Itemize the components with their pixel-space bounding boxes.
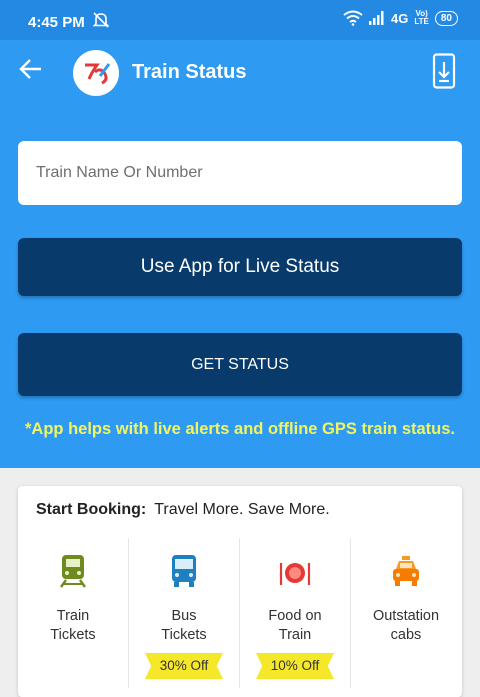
option-bus-tickets[interactable]: Bus Tickets 30% Off <box>129 541 239 681</box>
battery-indicator: 80 <box>434 10 458 26</box>
live-status-button[interactable]: Use App for Live Status <box>18 238 462 296</box>
signal-icon <box>369 11 384 25</box>
live-status-button-label: Use App for Live Status <box>140 256 340 277</box>
back-arrow-icon[interactable] <box>16 54 46 84</box>
option-outstation-cabs[interactable]: Outstation cabs <box>351 541 461 681</box>
option-label: Food on Train <box>268 608 322 643</box>
network-type: 4G <box>391 10 409 26</box>
option-label: Train Tickets <box>50 608 96 643</box>
food-plate-icon <box>279 563 311 585</box>
download-phone-icon[interactable] <box>432 53 456 89</box>
volte-label: Vo) LTE <box>414 9 429 26</box>
booking-header: Start Booking: Travel More. Save More. <box>36 501 330 519</box>
app-bar: Train Status <box>0 40 480 106</box>
wifi-icon <box>343 10 363 26</box>
booking-card: Start Booking: Travel More. Save More. Tr… <box>18 486 462 697</box>
option-train-tickets[interactable]: Train Tickets <box>18 541 128 681</box>
app-promo-note: *App helps with live alerts and offline … <box>25 420 455 438</box>
status-bar: 4:45 PM 4G Vo) LTE 80 <box>0 0 480 40</box>
page-title: Train Status <box>132 61 247 83</box>
option-label: Bus Tickets <box>161 608 207 643</box>
get-status-button-label: GET STATUS <box>191 355 289 373</box>
booking-header-tagline: Travel More. Save More. <box>154 501 330 518</box>
status-indicators: 4G Vo) LTE 80 <box>343 10 458 26</box>
app-logo <box>73 50 119 96</box>
status-time: 4:45 PM <box>28 14 85 31</box>
train-icon <box>60 555 86 588</box>
offer-badge: 30% Off <box>145 653 223 679</box>
offer-badge: 10% Off <box>256 653 334 679</box>
option-label: Outstation cabs <box>372 608 440 643</box>
bus-icon <box>172 555 196 587</box>
taxi-icon <box>393 556 419 586</box>
get-status-button[interactable]: GET STATUS <box>18 333 462 396</box>
booking-header-title: Start Booking: <box>36 501 147 518</box>
mute-icon <box>92 12 110 28</box>
train-search-input[interactable] <box>18 141 462 205</box>
logo-icon <box>85 63 111 85</box>
option-food-on-train[interactable]: Food on Train 10% Off <box>240 541 350 681</box>
